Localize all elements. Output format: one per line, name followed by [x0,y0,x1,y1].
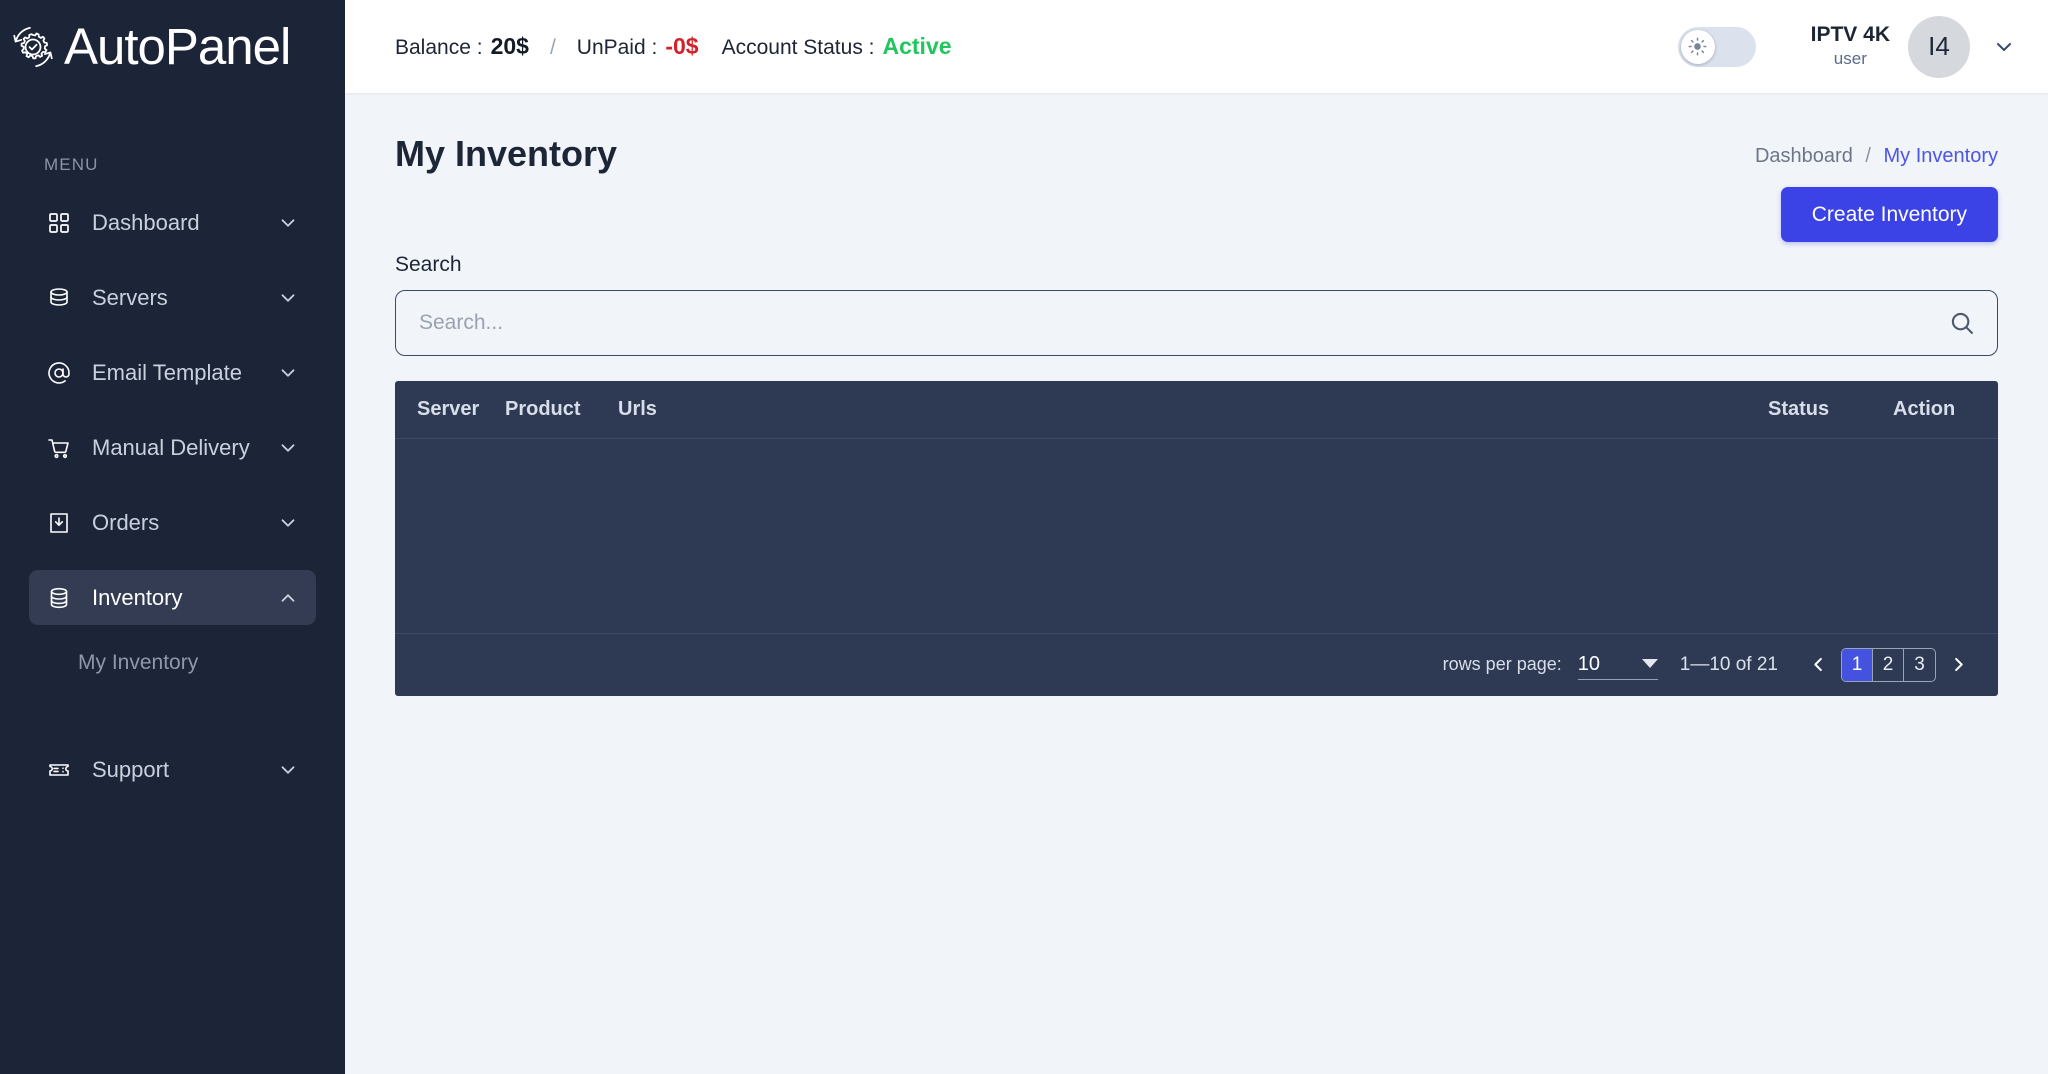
pagination-pages: 1 2 3 [1841,647,1936,682]
account-status-label: Account Status : [721,36,875,59]
table-empty-row [395,438,1998,634]
page-actions: Create Inventory [395,187,1998,242]
sidebar-item-label: Orders [92,509,160,535]
sidebar-item-inventory[interactable]: Inventory [29,570,316,625]
brand-logo[interactable]: AutoPanel [0,0,345,93]
create-inventory-button[interactable]: Create Inventory [1780,187,1998,242]
chevron-down-icon[interactable] [277,287,299,309]
sidebar-subitem-my-inventory[interactable]: My Inventory [0,645,345,675]
sidebar-item-label: Support [92,756,170,782]
search-input[interactable] [395,290,1998,356]
search-icon[interactable] [1948,309,1976,337]
breadcrumb: Dashboard / My Inventory [1755,133,1998,168]
sidebar-item-servers[interactable]: Servers [29,270,316,325]
chevron-down-icon [1641,658,1658,668]
chevron-down-icon[interactable] [277,759,299,781]
chevron-down-icon[interactable] [1992,35,2016,59]
sidebar: AutoPanel MENU Dashboard Servers Email T… [0,0,345,1074]
stats-separator: / [549,36,556,59]
balance-value: 20$ [490,33,529,59]
page-header: My Inventory Dashboard / My Inventory [395,133,1998,175]
sidebar-item-label: Inventory [92,584,183,610]
page-content: My Inventory Dashboard / My Inventory Cr… [345,93,2048,1074]
column-header-server: Server [395,381,505,439]
pagination-next-button[interactable] [1941,655,1976,674]
column-header-product: Product [505,381,618,439]
pagination-page-2[interactable]: 2 [1873,648,1904,681]
sidebar-item-label: Manual Delivery [92,434,250,460]
user-role: user [1833,48,1867,68]
at-sign-icon [46,360,72,386]
inventory-table: Server Product Urls Status Action [395,381,1998,634]
app-root: AutoPanel MENU Dashboard Servers Email T… [0,0,2048,1074]
column-header-urls: Urls [618,381,1768,439]
column-header-status: Status [1768,381,1893,439]
chevron-up-icon[interactable] [277,587,299,609]
theme-toggle[interactable] [1677,26,1756,67]
pagination-page-3[interactable]: 3 [1904,649,1935,681]
avatar[interactable]: I4 [1908,15,1970,78]
rows-per-page-label: rows per page: [1442,654,1562,674]
ticket-icon [46,757,72,783]
sidebar-item-manual-delivery[interactable]: Manual Delivery [29,420,316,475]
main-area: Balance : 20$ / UnPaid : -0$ Account Sta… [345,0,2048,1074]
database-icon [46,585,72,611]
breadcrumb-current[interactable]: My Inventory [1884,145,1998,167]
account-stats: Balance : 20$ / UnPaid : -0$ Account Sta… [395,33,952,60]
breadcrumb-dashboard[interactable]: Dashboard [1755,145,1853,167]
inventory-table-card: Server Product Urls Status Action rows p… [395,381,1998,696]
chevron-down-icon[interactable] [277,362,299,384]
shopping-cart-icon [46,435,72,461]
table-head: Server Product Urls Status Action [395,381,1998,439]
pagination-prev-button[interactable] [1801,655,1836,674]
topbar-right: IPTV 4K user I4 [1677,15,2016,78]
rows-per-page-value: 10 [1577,652,1600,675]
sun-icon [1680,29,1715,64]
chevron-down-icon[interactable] [277,437,299,459]
table-body [395,438,1998,634]
page-title: My Inventory [395,133,618,174]
pagination-page-1[interactable]: 1 [1842,648,1873,681]
table-header-row: Server Product Urls Status Action [395,381,1998,439]
account-status-value: Active [882,33,952,59]
sidebar-nav: Dashboard Servers Email Template Manual … [0,195,345,817]
topbar: Balance : 20$ / UnPaid : -0$ Account Sta… [345,0,2048,93]
sidebar-item-email-template[interactable]: Email Template [29,345,316,400]
breadcrumb-separator: / [1865,145,1871,167]
column-header-action: Action [1893,381,1998,439]
pagination-range: 1—10 of 21 [1679,653,1778,675]
sidebar-item-dashboard[interactable]: Dashboard [29,195,316,250]
sidebar-item-support[interactable]: Support [29,742,316,797]
unpaid-label: UnPaid : [576,36,658,59]
brand-name: AutoPanel [64,18,291,75]
sidebar-item-label: Dashboard [92,209,200,235]
unpaid-value: -0$ [665,33,699,59]
sidebar-section-label: MENU [44,155,99,174]
sidebar-item-label: Email Template [92,359,242,385]
table-empty-cell [395,438,1998,634]
user-info: IPTV 4K user [1811,23,1890,69]
sidebar-item-label: Servers [92,284,168,310]
table-pagination: rows per page: 10 1—10 of 21 1 2 3 [395,634,1998,696]
grid-icon [46,210,72,236]
chevron-down-icon[interactable] [277,212,299,234]
chevron-down-icon[interactable] [277,512,299,534]
gear-check-refresh-icon [8,22,58,72]
balance-label: Balance : [395,36,483,59]
search-field-wrapper [395,290,1998,356]
user-name: IPTV 4K [1810,23,1890,47]
search-label: Search [395,253,462,276]
sidebar-item-orders[interactable]: Orders [29,495,316,550]
rows-per-page-select[interactable]: 10 [1577,650,1658,680]
download-box-icon [46,510,72,536]
server-stack-icon [46,285,72,311]
